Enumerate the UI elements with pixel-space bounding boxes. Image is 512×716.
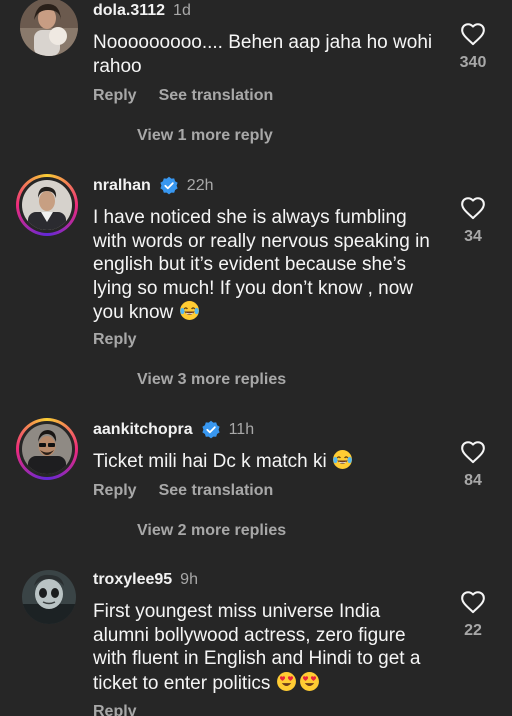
avatar[interactable] xyxy=(16,174,78,236)
heart-outline-icon[interactable] xyxy=(460,440,486,464)
avatar[interactable] xyxy=(16,418,78,480)
like-control: 22 xyxy=(446,590,500,640)
face-with-tears-of-joy-icon xyxy=(333,450,352,469)
face-with-tears-of-joy-icon xyxy=(179,301,199,320)
like-control: 34 xyxy=(446,196,500,246)
like-count: 22 xyxy=(464,622,482,639)
see-translation-button[interactable]: See translation xyxy=(159,482,274,500)
username[interactable]: aankitchopra xyxy=(93,421,193,439)
reply-button[interactable]: Reply xyxy=(93,703,137,716)
comment-text: First youngest miss universe India alumn… xyxy=(93,600,433,695)
verified-badge-icon xyxy=(160,176,178,195)
avatar[interactable] xyxy=(20,0,78,56)
comment-meta: aankitchopra 11h xyxy=(93,419,254,441)
see-translation-button[interactable]: See translation xyxy=(159,87,274,105)
comment-meta: troxylee95 9h xyxy=(93,569,198,591)
comment-actions: Reply See translation xyxy=(93,84,273,108)
comment-text: I have noticed she is always fumbling wi… xyxy=(93,206,433,325)
like-control: 340 xyxy=(446,22,500,72)
like-count: 84 xyxy=(464,472,482,489)
comment-body: Ticket mili hai Dc k match ki xyxy=(93,451,327,472)
comment-body: I have noticed she is always fumbling wi… xyxy=(93,207,430,323)
comment-body: First youngest miss universe India alumn… xyxy=(93,601,421,694)
timestamp: 11h xyxy=(228,421,255,438)
reply-button[interactable]: Reply xyxy=(93,482,137,500)
like-control: 84 xyxy=(446,440,500,490)
timestamp: 1d xyxy=(173,2,191,19)
comment-actions: Reply xyxy=(93,328,137,352)
timestamp: 9h xyxy=(180,571,198,588)
verified-badge-icon xyxy=(201,420,220,439)
username[interactable]: troxylee95 xyxy=(93,571,172,589)
comment-body: Nooooooooo.... Behen aap jaha ho wohi ra… xyxy=(93,32,433,77)
comments-sheet: dola.3112 1d Nooooooooo.... Behen aap ja… xyxy=(0,0,512,716)
like-count: 340 xyxy=(459,54,487,71)
like-count: 34 xyxy=(464,228,482,245)
heart-eyes-emoji-icon xyxy=(299,671,319,691)
heart-outline-icon[interactable] xyxy=(460,22,486,46)
view-more-replies-button[interactable]: View 2 more replies xyxy=(137,519,286,543)
comment-text: Ticket mili hai Dc k match ki xyxy=(93,449,443,474)
timestamp: 22h xyxy=(186,177,214,194)
comment-meta: dola.3112 1d xyxy=(93,0,191,22)
heart-eyes-emoji-icon xyxy=(276,671,296,691)
heart-outline-icon[interactable] xyxy=(460,590,486,614)
comment-actions: Reply xyxy=(93,700,137,716)
heart-outline-icon[interactable] xyxy=(460,196,486,220)
username[interactable]: nralhan xyxy=(93,177,151,195)
reply-button[interactable]: Reply xyxy=(93,331,137,349)
comment-meta: nralhan 22h xyxy=(93,175,214,197)
avatar[interactable] xyxy=(22,570,76,624)
view-more-replies-button[interactable]: View 3 more replies xyxy=(137,368,286,392)
username[interactable]: dola.3112 xyxy=(93,2,165,20)
reply-button[interactable]: Reply xyxy=(93,87,137,105)
view-more-replies-button[interactable]: View 1 more reply xyxy=(137,124,273,148)
comment-text: Nooooooooo.... Behen aap jaha ho wohi ra… xyxy=(93,31,443,78)
comment-actions: Reply See translation xyxy=(93,479,273,503)
